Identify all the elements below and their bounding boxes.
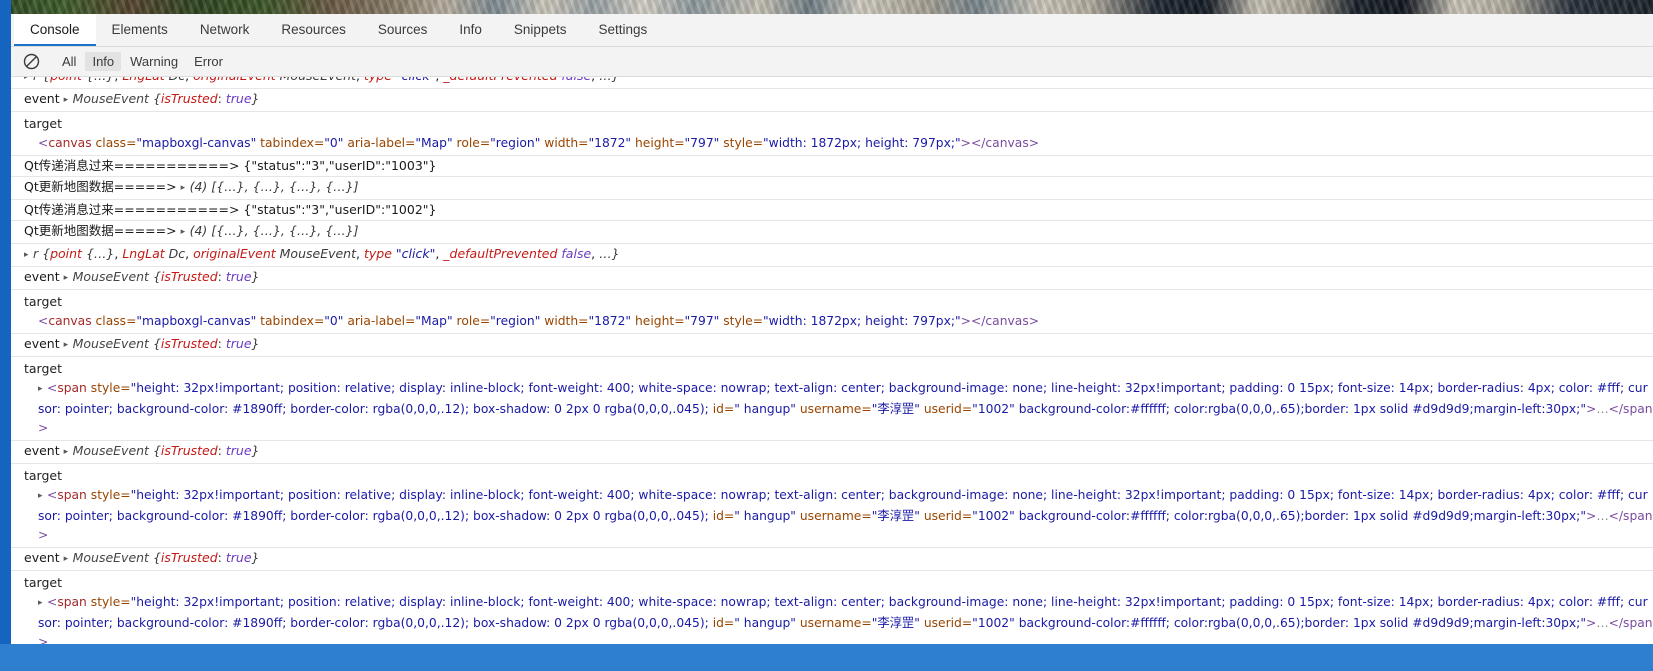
log-row-qt-mapdata-1: Qt更新地图数据=====> ▸(4) [{…}, {…}, {…}, {…}]	[11, 177, 1653, 200]
disclosure-triangle-icon[interactable]: ▸	[64, 337, 73, 353]
log-row-target-span: target ▸<span style="height: 32px!import…	[11, 357, 1653, 441]
tab-network-label: Network	[200, 22, 250, 37]
devtools-tabbar: Console Elements Network Resources Sourc…	[11, 14, 1653, 47]
canvas-markup[interactable]: <canvas class="mapboxgl-canvas" tabindex…	[24, 312, 1653, 331]
filter-all[interactable]: All	[55, 52, 83, 71]
window-bottom-bar	[0, 644, 1653, 671]
tab-sources[interactable]: Sources	[362, 14, 444, 46]
window-left-rail	[0, 0, 11, 644]
tab-console[interactable]: Console	[14, 14, 96, 46]
log-row-target-canvas: target <canvas class="mapboxgl-canvas" t…	[11, 112, 1653, 156]
log-row-target-span: target ▸<span style="height: 32px!import…	[11, 571, 1653, 644]
tab-elements[interactable]: Elements	[96, 14, 184, 46]
target-label: target	[24, 573, 1653, 593]
screenshot-root: Console Elements Network Resources Sourc…	[0, 0, 1653, 671]
target-label: target	[24, 359, 1653, 379]
tab-settings-label: Settings	[598, 22, 647, 37]
tab-resources[interactable]: Resources	[265, 14, 362, 46]
log-row-event: event ▸MouseEvent {isTrusted: true}	[11, 548, 1653, 571]
log-row-event: event ▸MouseEvent {isTrusted: true}	[11, 89, 1653, 112]
disclosure-triangle-icon[interactable]: ▸	[38, 594, 47, 613]
log-row-qt-message-1003: Qt传递消息过来===========> {"status":"3","user…	[11, 156, 1653, 177]
console-log-area[interactable]: ▸r {point {…}, LngLat Dc, originalEvent …	[11, 77, 1653, 644]
devtools-panel: Console Elements Network Resources Sourc…	[11, 14, 1653, 644]
log-row-event: event ▸MouseEvent {isTrusted: true}	[11, 267, 1653, 290]
filter-info[interactable]: Info	[85, 52, 121, 71]
log-row-clipped: ▸r {point {…}, LngLat Dc, originalEvent …	[11, 77, 1653, 89]
tab-snippets-label: Snippets	[514, 22, 567, 37]
disclosure-triangle-icon[interactable]: ▸	[64, 551, 73, 567]
log-row-qt-message-1002: Qt传递消息过来===========> {"status":"3","user…	[11, 200, 1653, 221]
disclosure-triangle-icon[interactable]: ▸	[64, 270, 73, 286]
tab-network[interactable]: Network	[184, 14, 266, 46]
filter-warning[interactable]: Warning	[123, 52, 185, 71]
disclosure-triangle-icon[interactable]: ▸	[64, 92, 73, 108]
log-row-click-event: ▸r {point {…}, LngLat Dc, originalEvent …	[11, 244, 1653, 267]
span-markup[interactable]: ▸<span style="height: 32px!important; po…	[24, 486, 1653, 545]
tab-info-label: Info	[459, 22, 482, 37]
canvas-markup[interactable]: <canvas class="mapboxgl-canvas" tabindex…	[24, 134, 1653, 153]
console-filter-bar: All Info Warning Error	[11, 47, 1653, 77]
tab-sources-label: Sources	[378, 22, 428, 37]
tab-info[interactable]: Info	[443, 14, 498, 46]
disclosure-triangle-icon[interactable]: ▸	[181, 180, 190, 196]
disclosure-triangle-icon[interactable]: ▸	[64, 444, 73, 460]
disclosure-triangle-icon[interactable]: ▸	[24, 247, 33, 263]
clear-console-icon[interactable]	[23, 53, 40, 70]
target-label: target	[24, 466, 1653, 486]
log-row-target-span: target ▸<span style="height: 32px!import…	[11, 464, 1653, 548]
tab-elements-label: Elements	[112, 22, 168, 37]
filter-error[interactable]: Error	[187, 52, 230, 71]
map-background-strip	[0, 0, 1653, 14]
span-markup[interactable]: ▸<span style="height: 32px!important; po…	[24, 593, 1653, 644]
span-markup[interactable]: ▸<span style="height: 32px!important; po…	[24, 379, 1653, 438]
target-label: target	[24, 292, 1653, 312]
disclosure-triangle-icon[interactable]: ▸	[181, 224, 190, 240]
tab-snippets[interactable]: Snippets	[498, 14, 583, 46]
tab-console-label: Console	[30, 22, 80, 37]
disclosure-triangle-icon[interactable]: ▸	[24, 77, 33, 85]
log-row-target-canvas: target <canvas class="mapboxgl-canvas" t…	[11, 290, 1653, 334]
tab-resources-label: Resources	[281, 22, 346, 37]
disclosure-triangle-icon[interactable]: ▸	[38, 380, 47, 399]
log-row-event: event ▸MouseEvent {isTrusted: true}	[11, 441, 1653, 464]
tab-settings[interactable]: Settings	[582, 14, 663, 46]
disclosure-triangle-icon[interactable]: ▸	[38, 487, 47, 506]
target-label: target	[24, 114, 1653, 134]
log-row-qt-mapdata-2: Qt更新地图数据=====> ▸(4) [{…}, {…}, {…}, {…}]	[11, 221, 1653, 244]
log-row-event: event ▸MouseEvent {isTrusted: true}	[11, 334, 1653, 357]
